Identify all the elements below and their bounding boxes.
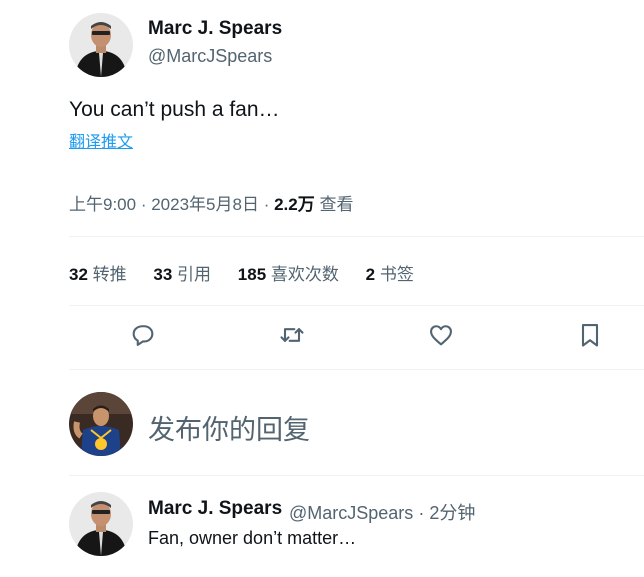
bookmark-icon xyxy=(581,324,599,347)
tweet-date[interactable]: 2023年5月8日 xyxy=(151,195,259,214)
retweet-icon xyxy=(280,328,304,342)
likes-label: 喜欢次数 xyxy=(270,265,339,284)
retweets-stat[interactable]: 32 转推 xyxy=(69,260,127,285)
quotes-stat[interactable]: 33 引用 xyxy=(153,260,211,285)
retweets-label: 转推 xyxy=(92,265,127,284)
reply-author-avatar[interactable] xyxy=(69,492,133,556)
translate-tweet-link[interactable]: 翻译推文 xyxy=(69,128,133,152)
bookmark-button[interactable] xyxy=(576,321,606,351)
like-button[interactable] xyxy=(427,321,457,351)
bookmarks-label: 书签 xyxy=(379,265,414,284)
divider xyxy=(69,305,644,306)
reply-button[interactable] xyxy=(129,321,159,351)
quotes-label: 引用 xyxy=(177,265,212,284)
like-icon xyxy=(430,325,452,346)
current-user-avatar[interactable] xyxy=(69,392,133,456)
meta-separator: · xyxy=(418,503,430,523)
tweet-time[interactable]: 上午9:00 xyxy=(69,195,136,214)
bookmarks-count: 2 xyxy=(365,265,376,284)
reply-icon xyxy=(132,325,154,346)
retweets-count: 32 xyxy=(69,265,88,284)
tweet-stats: 32 转推 33 引用 185 喜欢次数 2 书签 xyxy=(69,260,436,285)
reply-author-handle-time: @MarcJSpears · 2分钟 xyxy=(289,499,475,525)
reply-author-name[interactable]: Marc J. Spears xyxy=(148,498,282,520)
views-label: 查看 xyxy=(319,195,354,214)
author-avatar[interactable] xyxy=(69,13,133,77)
reply-time[interactable]: 2分钟 xyxy=(429,503,475,523)
reply-input[interactable]: 发布你的回复 xyxy=(148,408,310,447)
divider xyxy=(69,369,644,370)
views-count: 2.2万 xyxy=(274,195,315,214)
tweet-meta: 上午9:00 · 2023年5月8日 · 2.2万 查看 xyxy=(69,190,353,215)
reply-text: Fan, owner don’t matter… xyxy=(148,528,357,548)
author-handle[interactable]: @MarcJSpears xyxy=(148,46,272,67)
likes-stat[interactable]: 185 喜欢次数 xyxy=(238,260,339,285)
meta-separator: · xyxy=(263,195,275,214)
retweet-button[interactable] xyxy=(278,321,308,351)
author-name[interactable]: Marc J. Spears xyxy=(148,18,282,40)
likes-count: 185 xyxy=(237,265,267,284)
meta-separator: · xyxy=(140,195,152,214)
divider xyxy=(69,475,644,476)
bookmarks-stat[interactable]: 2 书签 xyxy=(366,260,414,285)
reply-author-handle[interactable]: @MarcJSpears xyxy=(289,503,413,523)
quotes-count: 33 xyxy=(153,265,173,284)
divider xyxy=(69,236,644,237)
tweet-text: You can’t push a fan… xyxy=(69,98,280,121)
